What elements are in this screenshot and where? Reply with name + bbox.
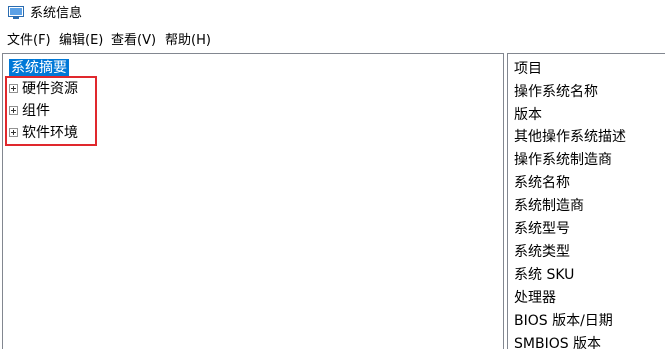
list-item[interactable]: 操作系统名称 xyxy=(514,82,598,102)
menu-view[interactable]: 查看(V) xyxy=(110,33,157,49)
list-item[interactable]: 系统 SKU xyxy=(514,265,574,285)
details-pane: 项目 操作系统名称 版本 其他操作系统描述 操作系统制造商 系统名称 系统制造商… xyxy=(507,53,665,349)
list-item[interactable]: 系统类型 xyxy=(514,242,570,262)
menu-bar: 文件(F) 编辑(E) 查看(V) 帮助(H) xyxy=(0,30,665,52)
list-item[interactable]: 系统型号 xyxy=(514,219,570,239)
list-item[interactable]: 系统制造商 xyxy=(514,196,584,216)
list-item[interactable]: SMBIOS 版本 xyxy=(514,334,601,349)
menu-edit[interactable]: 编辑(E) xyxy=(58,33,104,49)
title-bar: 系统信息 xyxy=(0,0,665,30)
list-item[interactable]: BIOS 版本/日期 xyxy=(514,311,613,331)
list-item[interactable]: 其他操作系统描述 xyxy=(514,127,626,147)
menu-help[interactable]: 帮助(H) xyxy=(164,33,212,49)
category-tree-pane: 系统摘要 硬件资源 组件 软件环境 xyxy=(2,53,504,349)
list-item[interactable]: 操作系统制造商 xyxy=(514,150,612,170)
list-item[interactable]: 处理器 xyxy=(514,288,556,308)
list-item[interactable]: 系统名称 xyxy=(514,173,570,193)
menu-file[interactable]: 文件(F) xyxy=(6,33,52,49)
annotation-highlight-box xyxy=(5,76,97,146)
window-title: 系统信息 xyxy=(30,6,83,21)
column-header-item[interactable]: 项目 xyxy=(514,59,542,79)
system-info-icon xyxy=(8,6,24,19)
list-item[interactable]: 版本 xyxy=(514,105,542,125)
